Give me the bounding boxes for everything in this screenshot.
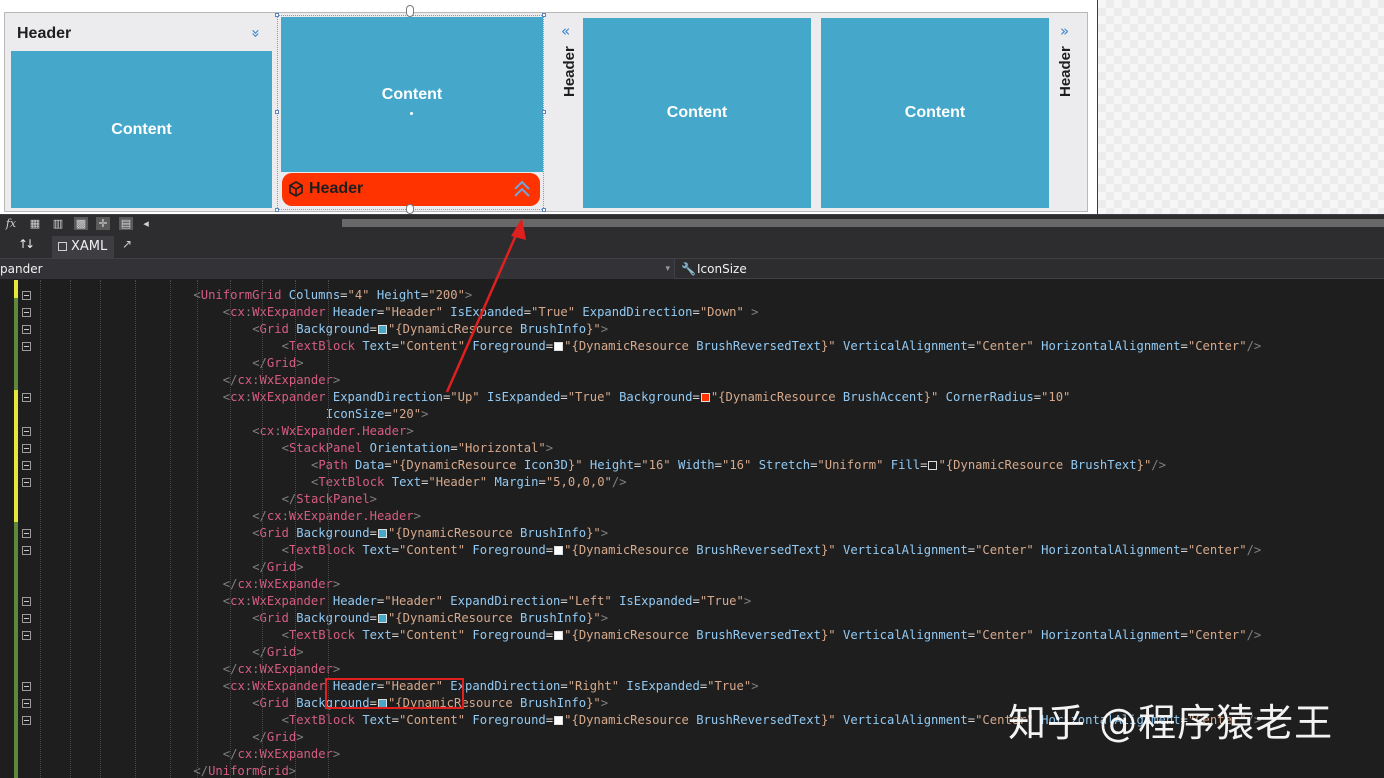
annotation-arrow xyxy=(445,218,526,393)
screen: Header » Content Content « Header Conten… xyxy=(0,0,1384,778)
watermark: 知乎 @程序猿老王 xyxy=(1008,701,1334,745)
